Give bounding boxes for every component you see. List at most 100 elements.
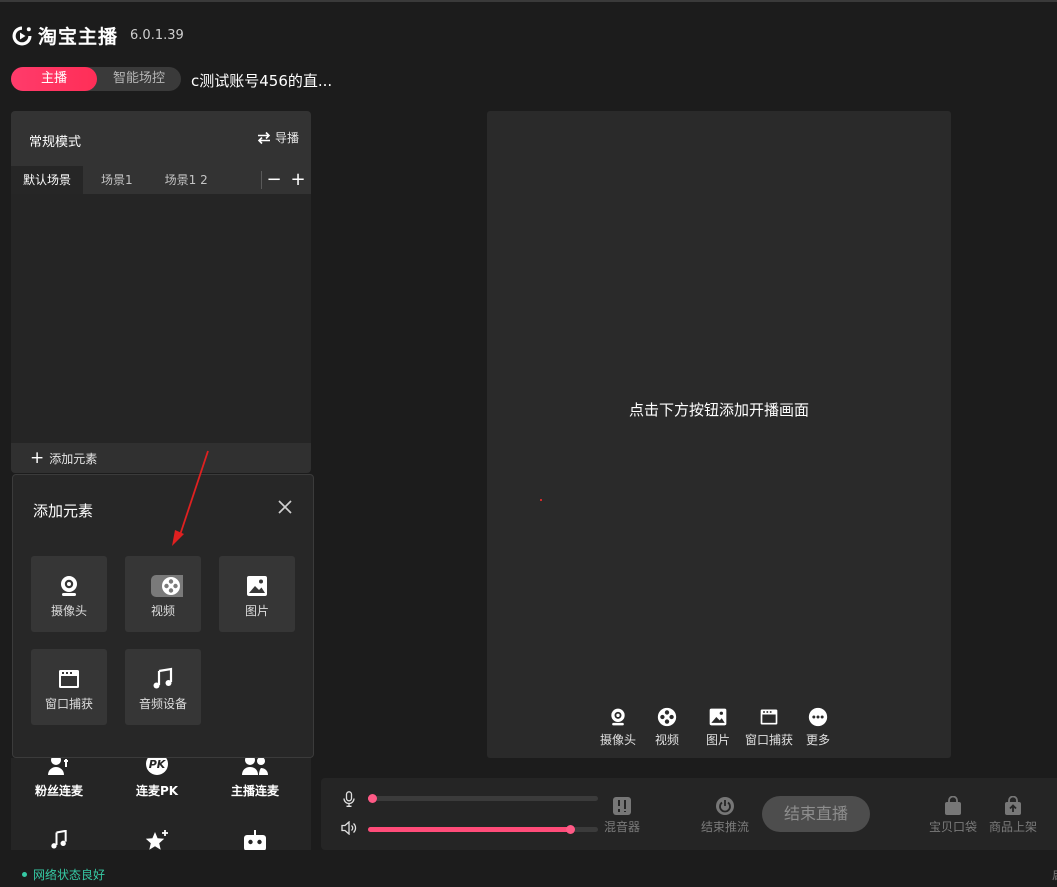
source-label: 图片 [706, 733, 731, 747]
preview-add-image-button[interactable]: 图片 [706, 707, 730, 748]
mixer-icon [613, 797, 631, 815]
tile-label: 视频 [150, 604, 175, 618]
baby-bag-button[interactable]: 宝贝口袋 [928, 796, 978, 835]
mixer-label: 混音器 [603, 820, 640, 834]
end-live-button[interactable]: 结束直播 [762, 796, 870, 832]
anchor-link-tool[interactable]: 主播连麦 [209, 758, 301, 799]
microphone-icon[interactable] [343, 791, 355, 807]
add-video-tile[interactable]: 视频 [125, 556, 201, 632]
mixer-button[interactable]: 混音器 [602, 796, 642, 835]
app-title: 淘宝主播 [38, 26, 119, 48]
source-label: 更多 [806, 733, 831, 747]
speaker-icon[interactable] [341, 821, 357, 835]
tile-label: 窗口捕获 [44, 697, 93, 711]
scene-panel: 常规模式 导播 默认场景 场景1 场景1 2 − + + 添加元素 [11, 111, 311, 473]
shopping-bag-icon [945, 796, 961, 815]
tile-label: 音频设备 [138, 697, 187, 711]
close-icon[interactable] [276, 498, 294, 516]
tool-label: 主播连麦 [230, 784, 279, 798]
tab-anchor[interactable]: 主播 [11, 67, 97, 91]
speaker-volume-fill [368, 827, 571, 832]
effects-tool[interactable] [111, 830, 203, 850]
product-listing-label: 商品上架 [988, 820, 1037, 834]
preview-hint: 点击下方按钮添加开播画面 [628, 401, 809, 419]
music-note-icon [51, 830, 67, 849]
camera-icon [611, 708, 625, 726]
tab-scene-1-2[interactable]: 场景1 2 [153, 166, 220, 194]
scene-divider [261, 171, 262, 189]
account-name[interactable]: c测试账号456的直... [191, 70, 332, 91]
music-tool[interactable] [13, 830, 105, 850]
interaction-tools-panel: 粉丝连麦 PK 连麦PK 主播连麦 [11, 758, 311, 850]
tile-label: 摄像头 [50, 604, 87, 618]
scene-tab-bar: 默认场景 场景1 场景1 2 − + [11, 166, 311, 194]
baby-bag-label: 宝贝口袋 [928, 820, 977, 834]
add-image-tile[interactable]: 图片 [219, 556, 295, 632]
mode-label: 常规模式 [29, 135, 82, 150]
tab-default-scene[interactable]: 默认场景 [11, 166, 84, 194]
mic-volume-knob[interactable] [368, 794, 378, 803]
end-stream-label: 结束推流 [700, 820, 749, 834]
mode-switch: 主播 智能场控 [11, 67, 181, 91]
fan-link-icon [48, 758, 68, 775]
guide-button[interactable]: 导播 [257, 129, 299, 146]
app-logo: 淘宝主播 6.0.1.39 [10, 22, 184, 49]
add-camera-tile[interactable]: 摄像头 [31, 556, 107, 632]
tab-smart-control[interactable]: 智能场控 [97, 67, 181, 91]
status-dot-icon [22, 872, 27, 877]
camera-icon [61, 576, 77, 596]
fan-link-tool[interactable]: 粉丝连麦 [13, 758, 105, 799]
end-stream-button[interactable]: 结束推流 [699, 796, 751, 835]
pk-tool[interactable]: PK 连麦PK [111, 758, 203, 799]
live-preview[interactable]: 点击下方按钮添加开播画面 摄像头 视频 图片 窗口捕获 更多 [487, 111, 951, 758]
power-icon [716, 797, 734, 815]
robot-icon [244, 830, 266, 850]
sparkle-star-icon [145, 830, 168, 850]
preview-add-camera-button[interactable]: 摄像头 [600, 707, 636, 748]
window-capture-icon [760, 709, 778, 725]
taobao-live-logo-icon [12, 26, 32, 45]
add-audio-device-tile[interactable]: 音频设备 [125, 649, 201, 725]
add-element-popup: 添加元素 摄像头 视频 图片 窗口捕获 音频设备 [12, 474, 314, 758]
tool-label: 粉丝连麦 [34, 784, 83, 798]
preview-add-video-button[interactable]: 视频 [655, 707, 679, 748]
tile-label: 图片 [244, 604, 269, 618]
network-status: 网络状态良好 [22, 866, 105, 883]
robot-tool[interactable] [209, 830, 301, 850]
upload-box-icon [1005, 796, 1021, 815]
video-reel-icon [657, 707, 677, 727]
more-icon [808, 707, 828, 727]
source-label: 视频 [655, 733, 680, 747]
add-window-capture-tile[interactable]: 窗口捕获 [31, 649, 107, 725]
scene-panel-header: 常规模式 导播 [11, 111, 311, 166]
annotation-arrow-icon [172, 450, 209, 546]
preview-more-button[interactable]: 更多 [806, 707, 830, 748]
music-note-icon [153, 667, 173, 689]
live-control-bar: 混音器 结束推流 结束直播 宝贝口袋 商品上架 [321, 778, 1057, 850]
speaker-volume-slider[interactable] [368, 825, 598, 834]
cursor-dot [540, 499, 542, 501]
window-top-border [0, 0, 1057, 2]
anchor-link-icon [242, 758, 268, 775]
speaker-volume-knob[interactable] [565, 825, 575, 834]
preview-add-window-capture-button[interactable]: 窗口捕获 [745, 707, 793, 748]
image-icon [709, 708, 727, 726]
app-version: 6.0.1.39 [130, 28, 184, 43]
tab-scene-1[interactable]: 场景1 [89, 166, 145, 194]
mic-volume-slider[interactable] [368, 794, 598, 803]
swap-arrows-icon [257, 131, 271, 144]
product-listing-button[interactable]: 商品上架 [987, 796, 1039, 835]
source-label: 摄像头 [600, 733, 637, 747]
remove-scene-button[interactable]: − [265, 170, 283, 190]
add-element-button[interactable]: + 添加元素 [11, 443, 311, 473]
popup-title: 添加元素 [33, 502, 94, 520]
pk-icon: PK [146, 758, 168, 775]
add-element-label: 添加元素 [49, 451, 98, 466]
video-reel-icon [151, 575, 183, 597]
tool-label: 连麦PK [135, 784, 179, 798]
add-scene-button[interactable]: + [289, 170, 307, 190]
network-status-label: 网络状态良好 [33, 868, 106, 882]
guide-button-label: 导播 [274, 131, 299, 145]
image-icon [247, 576, 267, 596]
source-label: 窗口捕获 [745, 733, 794, 747]
